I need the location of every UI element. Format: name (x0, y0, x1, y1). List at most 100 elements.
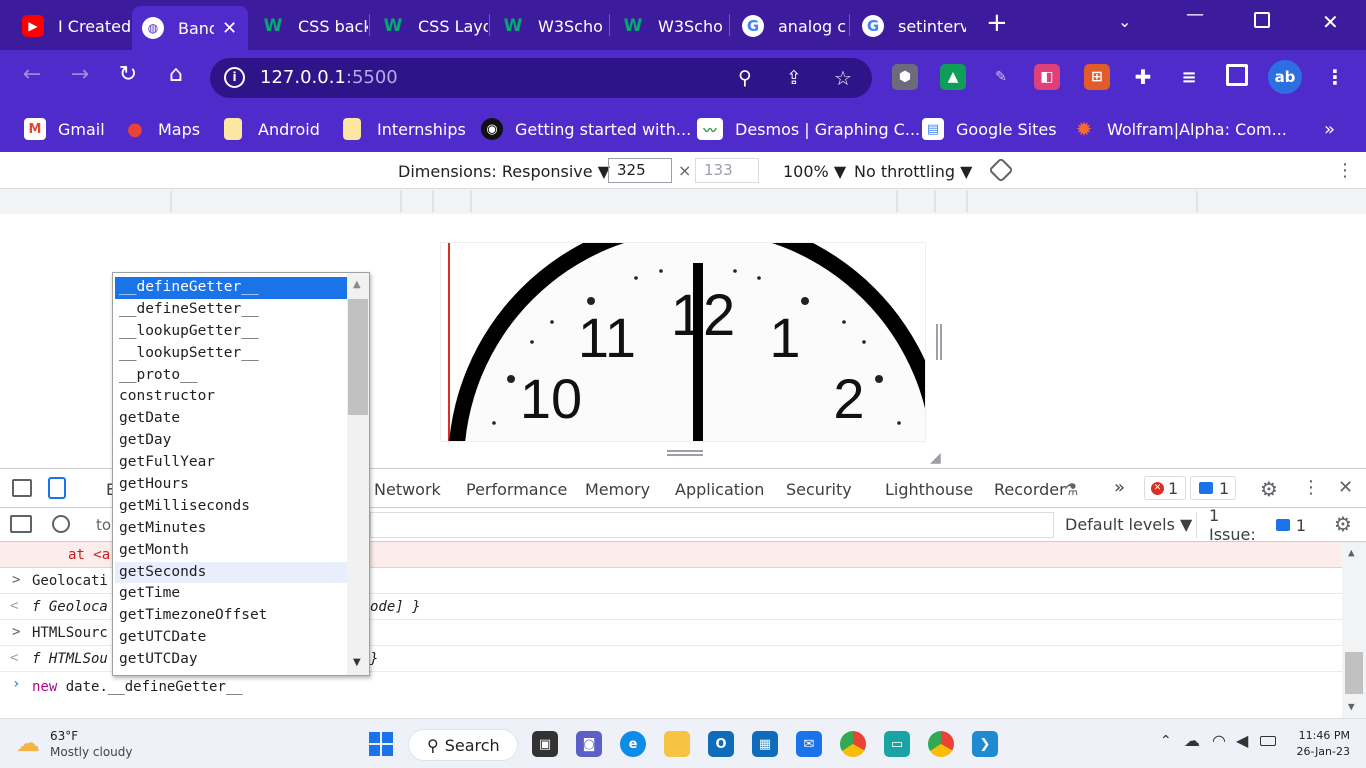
reading-list-icon[interactable]: ≡ (1176, 64, 1202, 90)
autocomplete-item[interactable]: getMonth (115, 540, 347, 562)
share-icon[interactable]: ⇪ (786, 58, 802, 98)
browser-tab[interactable]: W W3Scho (492, 8, 608, 44)
profile-avatar[interactable]: ab (1268, 60, 1302, 94)
bookmark-item[interactable]: 〰 Desmos | Graphing C... (697, 116, 920, 142)
autocomplete-item[interactable]: __defineGetter__ (115, 277, 347, 299)
more-bookmarks-icon[interactable]: » (1324, 116, 1335, 142)
autocomplete-item[interactable]: __proto__ (115, 365, 347, 387)
tab-lighthouse[interactable]: Lighthouse (885, 480, 973, 499)
battery-icon[interactable] (1260, 736, 1276, 746)
bookmark-item[interactable]: ▤ Google Sites (922, 116, 1057, 142)
autocomplete-item[interactable]: getFullYear (115, 452, 347, 474)
device-menu-kebab-icon[interactable]: ⋮ (1336, 160, 1354, 181)
autocomplete-item[interactable]: __lookupGetter__ (115, 321, 347, 343)
browser-tab[interactable]: W CSS Layo (372, 8, 488, 44)
resize-corner-icon[interactable]: ◢ (930, 450, 941, 466)
bookmark-item[interactable]: ● Maps (124, 116, 200, 142)
browser-tab[interactable]: W CSS back (252, 8, 368, 44)
scroll-up-icon[interactable]: ▲ (1348, 546, 1355, 559)
bookmark-item[interactable]: ◉ Getting started with... (481, 116, 691, 142)
bookmark-item[interactable]: Android (224, 116, 320, 142)
wifi-icon[interactable]: ◠ (1212, 731, 1226, 750)
store-icon[interactable]: ▦ (752, 731, 778, 757)
message-count-badge[interactable]: 1 (1190, 476, 1236, 500)
forward-icon[interactable]: → (64, 62, 96, 87)
context-selector[interactable]: to (96, 516, 111, 534)
design-extension-icon[interactable]: ◧ (1034, 64, 1060, 90)
new-tab-icon[interactable]: + (986, 8, 1008, 38)
expand-arrow-icon[interactable]: > (12, 624, 20, 640)
bookmark-item[interactable]: Internships (343, 116, 466, 142)
edge-icon[interactable]: e (620, 731, 646, 757)
clear-console-icon[interactable] (52, 515, 70, 533)
zoom-select[interactable]: 100% ▼ (783, 162, 846, 181)
autocomplete-item[interactable]: getMilliseconds (115, 496, 347, 518)
minimize-icon[interactable]: — (1186, 4, 1204, 25)
scroll-down-icon[interactable]: ▼ (1348, 700, 1355, 713)
tab-network[interactable]: Network (374, 480, 441, 499)
close-devtools-icon[interactable]: ✕ (1338, 477, 1353, 498)
back-icon[interactable]: ← (16, 62, 48, 87)
tab-application[interactable]: Application (675, 480, 764, 499)
close-tab-icon[interactable]: ✕ (222, 18, 237, 39)
address-bar[interactable]: i 127.0.0.1:5500 ⚲ ⇪ ☆ (210, 58, 872, 98)
scroll-down-icon[interactable]: ▼ (353, 657, 361, 668)
tab-search-chevron-icon[interactable]: ⌄ (1118, 12, 1131, 31)
chrome-icon[interactable] (840, 731, 866, 757)
tab-memory[interactable]: Memory (585, 480, 650, 499)
autocomplete-item[interactable]: getMinutes (115, 518, 347, 540)
autocomplete-scrollbar[interactable]: ▲ ▼ (347, 273, 369, 675)
inspect-element-icon[interactable] (12, 479, 32, 497)
autocomplete-item[interactable]: __lookupSetter__ (115, 343, 347, 365)
autocomplete-item[interactable]: getTimezoneOffset (115, 605, 347, 627)
extensions-puzzle-icon[interactable]: ✚ (1130, 64, 1156, 90)
file-explorer-icon[interactable] (664, 731, 690, 757)
autocomplete-item[interactable]: getSeconds (115, 561, 347, 584)
scrollbar-thumb[interactable] (348, 299, 368, 415)
console-filter-input[interactable] (370, 512, 1054, 538)
chrome-profile-icon[interactable] (928, 731, 954, 757)
teams-icon[interactable]: ◙ (576, 731, 602, 757)
error-count-badge[interactable]: ✕ 1 (1144, 476, 1186, 500)
device-toggle-icon[interactable] (48, 477, 66, 499)
autocomplete-item[interactable]: getDay (115, 430, 347, 452)
dimensions-select[interactable]: Dimensions: Responsive ▼ (398, 162, 610, 181)
pen-extension-icon[interactable]: ✎ (988, 64, 1014, 90)
weather-icon[interactable]: ☁ (16, 729, 40, 757)
mail-icon[interactable]: ✉ (796, 731, 822, 757)
tab-performance[interactable]: Performance (466, 480, 567, 499)
resize-handle-right[interactable] (936, 324, 942, 360)
browser-tab[interactable]: G analog c (732, 8, 848, 44)
devtools-menu-icon[interactable]: ⋮ (1302, 477, 1320, 498)
taskbar-search[interactable]: ⚲ Search (408, 729, 518, 761)
browser-tab[interactable]: W W3Scho (612, 8, 728, 44)
browser-tab[interactable]: G setinterv (852, 8, 966, 44)
zoom-icon[interactable]: ⚲ (738, 58, 752, 98)
autocomplete-dropdown[interactable]: __defineGetter__ __defineSetter__ __lookup… (112, 272, 370, 676)
console-scrollbar[interactable]: ▲ ▼ (1342, 542, 1366, 718)
settings-gear-icon[interactable]: ⚙ (1260, 477, 1278, 501)
volume-icon[interactable]: ◀ (1236, 731, 1248, 750)
bookmark-item[interactable]: M Gmail (24, 116, 105, 142)
monitor-app-icon[interactable]: ▭ (884, 731, 910, 757)
console-settings-icon[interactable]: ⚙ (1334, 512, 1352, 536)
reload-icon[interactable]: ↻ (112, 62, 144, 87)
site-info-icon[interactable]: i (224, 67, 245, 88)
scroll-up-icon[interactable]: ▲ (353, 279, 361, 290)
colorful-extension-icon[interactable]: ⊞ (1084, 64, 1110, 90)
autocomplete-item[interactable]: getHours (115, 474, 347, 496)
bookmark-star-icon[interactable]: ☆ (834, 58, 852, 98)
tab-recorder[interactable]: Recorder (994, 480, 1066, 499)
autocomplete-item[interactable]: constructor (115, 386, 347, 408)
outlook-icon[interactable]: O (708, 731, 734, 757)
issues-button[interactable]: 1 Issue: 1 (1196, 506, 1306, 544)
sidebar-toggle-icon[interactable] (10, 515, 32, 533)
more-tabs-icon[interactable]: » (1114, 477, 1125, 498)
throttling-select[interactable]: No throttling ▼ (854, 162, 972, 181)
autocomplete-item[interactable]: getDate (115, 408, 347, 430)
console-prompt[interactable]: › new date.__defineGetter__ (0, 674, 1342, 700)
autocomplete-item[interactable]: getTime (115, 583, 347, 605)
resize-handle-bottom[interactable] (667, 450, 703, 456)
autocomplete-item[interactable]: getUTCDay (115, 649, 347, 671)
vscode-icon[interactable]: ❯ (972, 731, 998, 757)
